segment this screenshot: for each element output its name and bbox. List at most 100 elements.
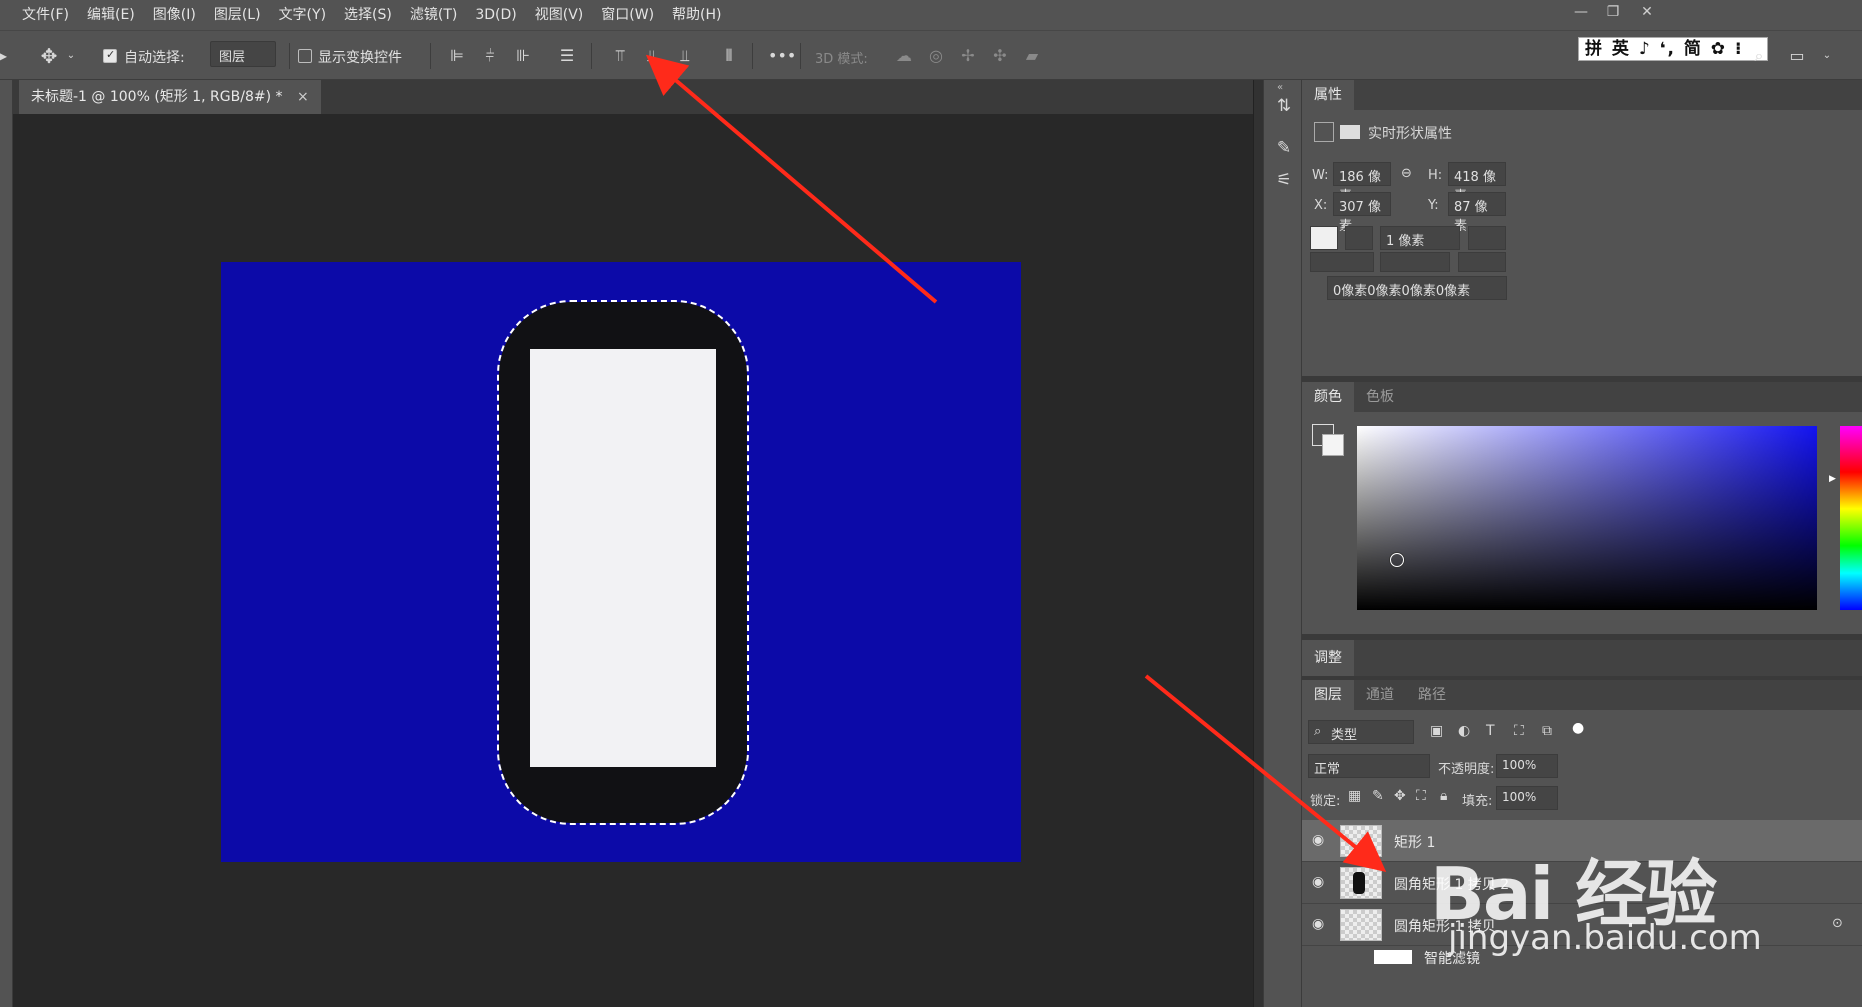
filter-smart-icon[interactable]: ⧉ [1542, 723, 1552, 739]
align-left-icon[interactable]: ⊫ [446, 45, 468, 67]
close-tab-icon[interactable]: × [297, 89, 309, 105]
link-icon[interactable]: ⊖ [1401, 166, 1412, 181]
align-right-icon[interactable]: ⊪ [512, 45, 534, 67]
menu-layer[interactable]: 图层(L) [204, 0, 269, 30]
align-stroke-dropdown[interactable] [1310, 252, 1374, 272]
divider [430, 43, 431, 69]
menu-type[interactable]: 文字(Y) [269, 0, 334, 30]
properties-panel: 属性 实时形状属性 W: 186 像素 ⊖ H: 418 像素 X: 307 像… [1302, 80, 1862, 376]
filter-pixel-icon[interactable]: ▣ [1430, 723, 1443, 739]
width-field[interactable]: 186 像素 [1333, 162, 1391, 204]
shape-transform-icon[interactable] [1314, 122, 1334, 142]
tab-properties[interactable]: 属性 [1302, 80, 1354, 110]
3d-camera-icon[interactable]: ▰ [1021, 45, 1043, 67]
menu-view[interactable]: 视图(V) [525, 0, 592, 30]
home-icon[interactable]: ▸ [0, 45, 14, 67]
chevron-down-icon[interactable]: ⌄ [60, 45, 82, 67]
divider [800, 43, 801, 69]
background-color-swatch[interactable] [1322, 434, 1344, 456]
adjust-sliders-icon[interactable]: ⚟ [1272, 168, 1296, 192]
blend-mode-dropdown[interactable]: 正常 [1308, 754, 1430, 778]
brush-settings-icon[interactable]: ✎ [1272, 136, 1296, 160]
filter-adjustment-icon[interactable]: ◐ [1458, 723, 1470, 739]
filter-shape-icon[interactable]: ⛶ [1514, 723, 1524, 739]
rectangle-shape[interactable] [530, 349, 716, 767]
h-label: H: [1428, 168, 1443, 183]
menu-3d[interactable]: 3D(D) [465, 0, 524, 30]
menu-edit[interactable]: 编辑(E) [77, 0, 143, 30]
layers-tabs: 图层 通道 路径 [1302, 680, 1862, 710]
cap-dropdown[interactable] [1380, 252, 1450, 272]
lock-position-icon[interactable]: ✥ [1394, 788, 1406, 804]
color-field[interactable] [1357, 426, 1817, 610]
menu-file[interactable]: 文件(F) [12, 0, 77, 30]
minimize-button[interactable]: — [1568, 4, 1594, 24]
stroke-swatch[interactable] [1345, 226, 1373, 250]
lock-brush-icon[interactable]: ✎ [1372, 788, 1384, 804]
document-tab-bar: 未标题-1 @ 100% (矩形 1, RGB/8#) * × [13, 80, 1253, 114]
move-tool-icon[interactable]: ✥ [38, 45, 60, 67]
tab-layers[interactable]: 图层 [1302, 680, 1354, 710]
collapse-panel-icon[interactable]: « [1277, 82, 1283, 93]
auto-select-checkbox[interactable] [103, 48, 117, 63]
hue-pointer-icon[interactable]: ▶ [1829, 474, 1836, 484]
properties-tabs: 属性 [1302, 80, 1862, 110]
panel-icon-column: ⇅ ✎ ⚟ [1263, 80, 1302, 1007]
menu-help[interactable]: 帮助(H) [662, 0, 729, 30]
opacity-field[interactable]: 100% [1496, 754, 1558, 778]
canvas-scrollbar[interactable] [1253, 80, 1263, 1007]
tab-paths[interactable]: 路径 [1406, 680, 1458, 710]
3d-slide-icon[interactable]: ✣ [989, 45, 1011, 67]
history-icon[interactable]: ⇅ [1272, 94, 1296, 118]
menu-window[interactable]: 窗口(W) [591, 0, 662, 30]
ime-toolbar[interactable]: 拼 英 ♪ ❛, 简 ✿ ⁝ [1578, 37, 1768, 61]
fill-swatch[interactable] [1310, 226, 1338, 250]
tab-adjustments[interactable]: 调整 [1302, 640, 1354, 676]
3d-orbit-icon[interactable]: ☁ [893, 45, 915, 67]
align-bottom-icon[interactable]: ⫫ [674, 45, 696, 67]
filter-type-icon[interactable]: T [1486, 723, 1495, 739]
menu-select[interactable]: 选择(S) [334, 0, 400, 30]
menu-filter[interactable]: 滤镜(T) [400, 0, 465, 30]
auto-select-dropdown[interactable]: 图层 [210, 41, 276, 67]
lock-transparent-icon[interactable]: ▦ [1348, 788, 1361, 804]
3d-roll-icon[interactable]: ◎ [925, 45, 947, 67]
more-options-icon[interactable]: ••• [768, 45, 796, 67]
mask-icon[interactable] [1340, 125, 1360, 139]
chevron-down-icon[interactable]: ⌄ [1816, 45, 1838, 67]
color-picker-cursor[interactable] [1390, 553, 1404, 567]
stroke-width-field[interactable]: 1 像素 [1380, 226, 1460, 250]
align-top-icon[interactable]: ⫪ [609, 45, 631, 67]
3d-mode-label: 3D 模式: [815, 52, 868, 67]
tab-color[interactable]: 颜色 [1302, 382, 1354, 412]
hue-slider[interactable] [1840, 426, 1862, 610]
y-field[interactable]: 87 像素 [1448, 192, 1506, 234]
3d-pan-icon[interactable]: ✢ [957, 45, 979, 67]
eye-icon[interactable]: ◉ [1312, 874, 1324, 890]
tab-swatches[interactable]: 色板 [1354, 382, 1406, 412]
corner-join-dropdown[interactable] [1458, 252, 1506, 272]
stroke-type-dropdown[interactable] [1468, 226, 1506, 250]
layer-filter-dropdown[interactable]: 类型 [1308, 720, 1414, 744]
height-field[interactable]: 418 像素 [1448, 162, 1506, 204]
show-transform-checkbox[interactable] [298, 49, 312, 63]
close-window-button[interactable]: ✕ [1634, 4, 1660, 24]
filter-toggle-icon[interactable]: ● [1572, 720, 1584, 736]
artboard[interactable] [221, 262, 1021, 862]
x-field[interactable]: 307 像素 [1333, 192, 1391, 234]
tab-channels[interactable]: 通道 [1354, 680, 1406, 710]
workspace-icon[interactable]: ▭ [1786, 45, 1808, 67]
document-tab[interactable]: 未标题-1 @ 100% (矩形 1, RGB/8#) * × [19, 80, 321, 114]
filter-mask-thumbnail [1374, 950, 1412, 964]
menu-image[interactable]: 图像(I) [143, 0, 204, 30]
corner-radius-field[interactable]: 0像素0像素0像素0像素 [1327, 276, 1507, 300]
eye-icon[interactable]: ◉ [1312, 916, 1324, 932]
distribute-horizontal-icon[interactable]: ⦀ [718, 45, 740, 67]
restore-button[interactable]: ❐ [1600, 4, 1626, 24]
align-hcenter-icon[interactable]: ⫩ [479, 45, 501, 67]
eye-icon[interactable]: ◉ [1312, 832, 1324, 848]
align-vcenter-icon[interactable]: ⫫ [641, 45, 663, 67]
distribute-vertical-icon[interactable]: ☰ [556, 45, 578, 67]
canvas-area[interactable] [13, 114, 1253, 1007]
search-icon[interactable]: ⌕ [1748, 45, 1770, 67]
